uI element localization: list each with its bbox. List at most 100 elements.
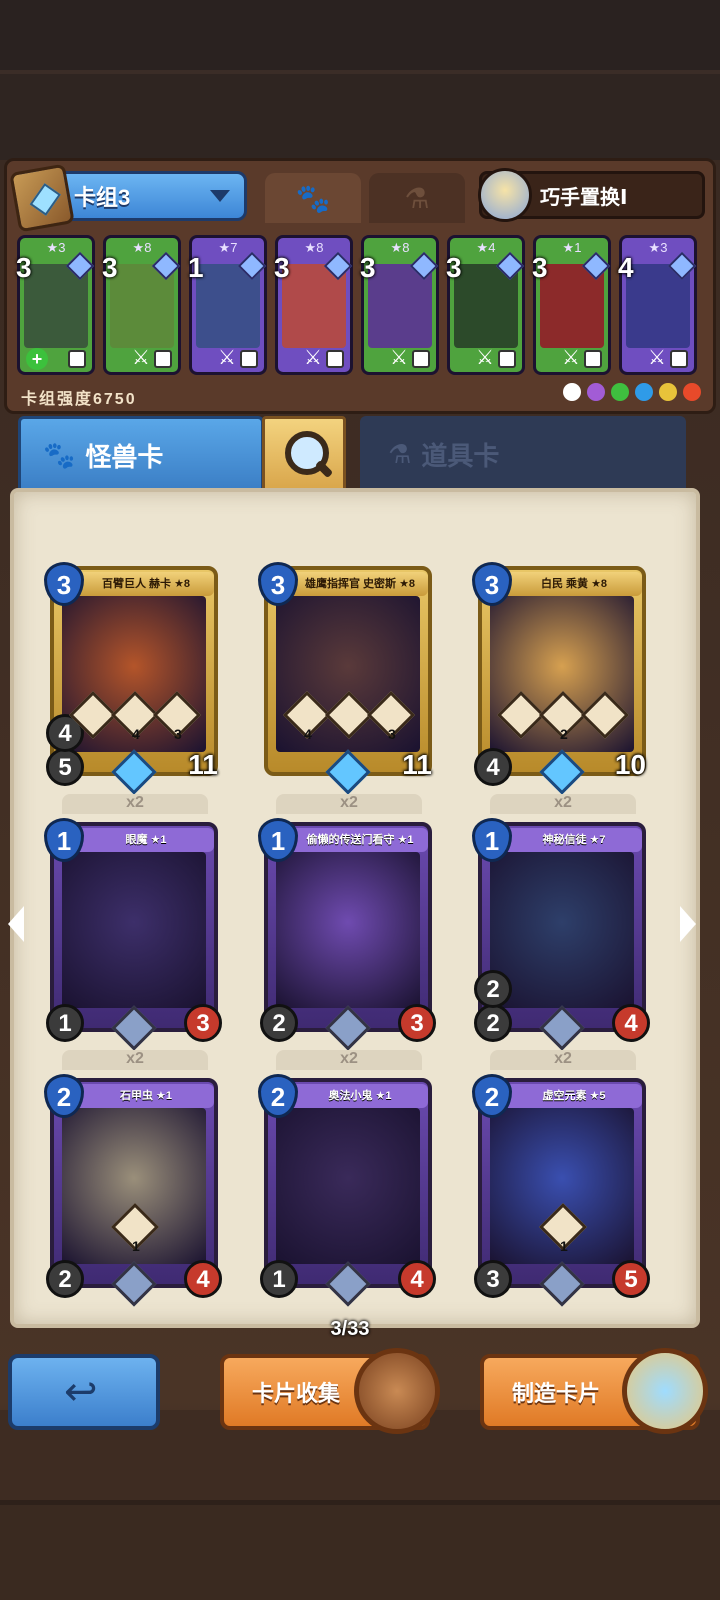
dice-icon [68, 350, 86, 368]
card-health: 11 [188, 749, 218, 780]
card-art [62, 852, 206, 1008]
dice-icon [498, 350, 516, 368]
element-icon [611, 383, 629, 401]
card-count: x2 [490, 794, 636, 814]
deck-card[interactable]: ★8 3 ⚔ [274, 235, 353, 375]
paw-potion-icon [622, 1348, 708, 1434]
chevron-down-icon [210, 190, 230, 202]
deck-name: 卡组3 [74, 185, 131, 210]
deck-card-row: ★33⚔+★83⚔★71⚔★83⚔★83⚔★43⚔★13⚔★34⚔ [16, 235, 707, 375]
card-attack: 2 [474, 1004, 512, 1042]
card-count: x2 [62, 794, 208, 814]
top-wood-background [0, 0, 720, 160]
deck-tab-item[interactable]: ⚗ [369, 173, 465, 223]
monster-card[interactable]: 眼魔 ★1 1 1 3 [44, 818, 222, 1051]
card-health: 11 [402, 749, 432, 780]
dice-icon [154, 350, 172, 368]
card-collection-button[interactable]: 卡片收集 [220, 1348, 440, 1434]
card-health: 5 [612, 1260, 650, 1298]
element-icon [635, 383, 653, 401]
card-cost: 1 [188, 252, 204, 283]
sword-icon: ⚔ [304, 347, 322, 369]
heal-plus-icon: + [26, 348, 48, 370]
card-name: 百臂巨人 赫卡 ★8 [78, 572, 214, 596]
card-cost: 3 [360, 252, 376, 283]
collect-label: 卡片收集 [252, 1381, 341, 1406]
deck-card[interactable]: ★8 3 ⚔ [360, 235, 439, 375]
sword-icon: ⚔ [218, 347, 236, 369]
craft-card-button[interactable]: 制造卡片 [480, 1348, 708, 1434]
card-cost: 3 [102, 252, 118, 283]
deck-selector-dropdown[interactable]: 卡组3 [9, 163, 247, 233]
deck-book-icon [9, 163, 75, 233]
deck-panel: 卡组3 🐾 ⚗ 巧手置换Ⅰ ★33⚔+★83⚔★71⚔★83⚔★83⚔★43⚔★… [4, 158, 716, 414]
card-defense: 2 [474, 970, 512, 1008]
card-count: x2 [62, 1050, 208, 1070]
tab-item-cards[interactable]: ⚗ 道具卡 [360, 416, 686, 492]
card-cost: 3 [16, 252, 32, 283]
card-art [276, 852, 420, 1008]
card-name: 石甲虫 ★1 [78, 1084, 214, 1108]
card-count: x2 [276, 1050, 422, 1070]
element-icons [563, 383, 701, 401]
deck-card[interactable]: ★33⚔+ [16, 235, 95, 375]
element-icon [563, 383, 581, 401]
card-attack: 1 [46, 1004, 84, 1042]
sword-icon: ⚔ [132, 347, 150, 369]
deck-card[interactable]: ★8 3 ⚔ [102, 235, 181, 375]
monster-card[interactable]: 偷懒的传送门看守 ★1 1 2 3 [258, 818, 436, 1051]
element-icon [683, 383, 701, 401]
paw-icon: 🐾 [295, 182, 331, 214]
prev-page-arrow[interactable] [8, 906, 24, 942]
dice-icon [412, 350, 430, 368]
swap-label: 巧手置换Ⅰ [540, 186, 628, 209]
card-name: 白民 乘黄 ★8 [506, 572, 642, 596]
monster-card[interactable]: 白民 乘黄 ★8 3 4 10 2 [472, 562, 646, 795]
deck-card[interactable]: ★7 1 ⚔ [188, 235, 267, 375]
dice-icon [584, 350, 602, 368]
card-cost: 3 [446, 252, 462, 283]
card-attack: 2 [46, 1260, 84, 1298]
deck-card[interactable]: ★3 4 ⚔ [618, 235, 697, 375]
monster-card[interactable]: 雄鹰指挥官 史密斯 ★8 3 11 4 3 [258, 562, 432, 795]
deck-card[interactable]: ★1 3 ⚔ [532, 235, 611, 375]
next-page-arrow[interactable] [680, 906, 696, 942]
element-icon [587, 383, 605, 401]
card-count: x2 [490, 1050, 636, 1070]
skill-value: 1 [132, 1238, 140, 1254]
card-attack: 3 [474, 1260, 512, 1298]
tab-monster-label: 怪兽卡 [85, 442, 164, 472]
skill-value: 3 [388, 726, 396, 742]
deck-tab-monster[interactable]: 🐾 [265, 173, 361, 223]
skill-value: 3 [174, 726, 182, 742]
deck-card[interactable]: ★4 3 ⚔ [446, 235, 525, 375]
monster-card[interactable]: 奥法小鬼 ★1 2 1 4 [258, 1074, 436, 1307]
monster-card[interactable]: 百臂巨人 赫卡 ★8 3 5 4 11 4 3 [44, 562, 218, 795]
skill-value: 2 [560, 726, 568, 742]
monster-card[interactable]: 石甲虫 ★1 2 2 4 1 [44, 1074, 222, 1307]
sword-icon: ⚔ [562, 347, 580, 369]
back-arrow-icon: ↩ [64, 1370, 98, 1414]
potion-icon: ⚗ [404, 182, 430, 214]
back-button[interactable]: ↩ [8, 1354, 160, 1430]
search-button[interactable] [262, 416, 346, 492]
card-attack: 5 [46, 748, 84, 786]
card-name: 虚空元素 ★5 [506, 1084, 642, 1108]
potion-icon: ⚗ [388, 438, 412, 469]
tab-item-label: 道具卡 [421, 440, 500, 471]
dice-icon [326, 350, 344, 368]
tab-monster-cards[interactable]: 🐾 怪兽卡 [18, 416, 264, 492]
monster-card[interactable]: 神秘信徒 ★7 1 2 2 4 [472, 818, 650, 1051]
card-attack: 2 [260, 1004, 298, 1042]
dice-icon [240, 350, 258, 368]
skill-value: 4 [304, 726, 312, 742]
card-name: 神秘信徒 ★7 [506, 828, 642, 852]
monster-card[interactable]: 虚空元素 ★5 2 3 5 1 [472, 1074, 650, 1307]
card-cost: 3 [532, 252, 548, 283]
card-cost: 4 [618, 252, 634, 283]
card-health: 3 [184, 1004, 222, 1042]
card-cost: 3 [274, 252, 290, 283]
card-health: 4 [184, 1260, 222, 1298]
card-swap-button[interactable]: 巧手置换Ⅰ [478, 168, 705, 222]
sword-icon: ⚔ [476, 347, 494, 369]
